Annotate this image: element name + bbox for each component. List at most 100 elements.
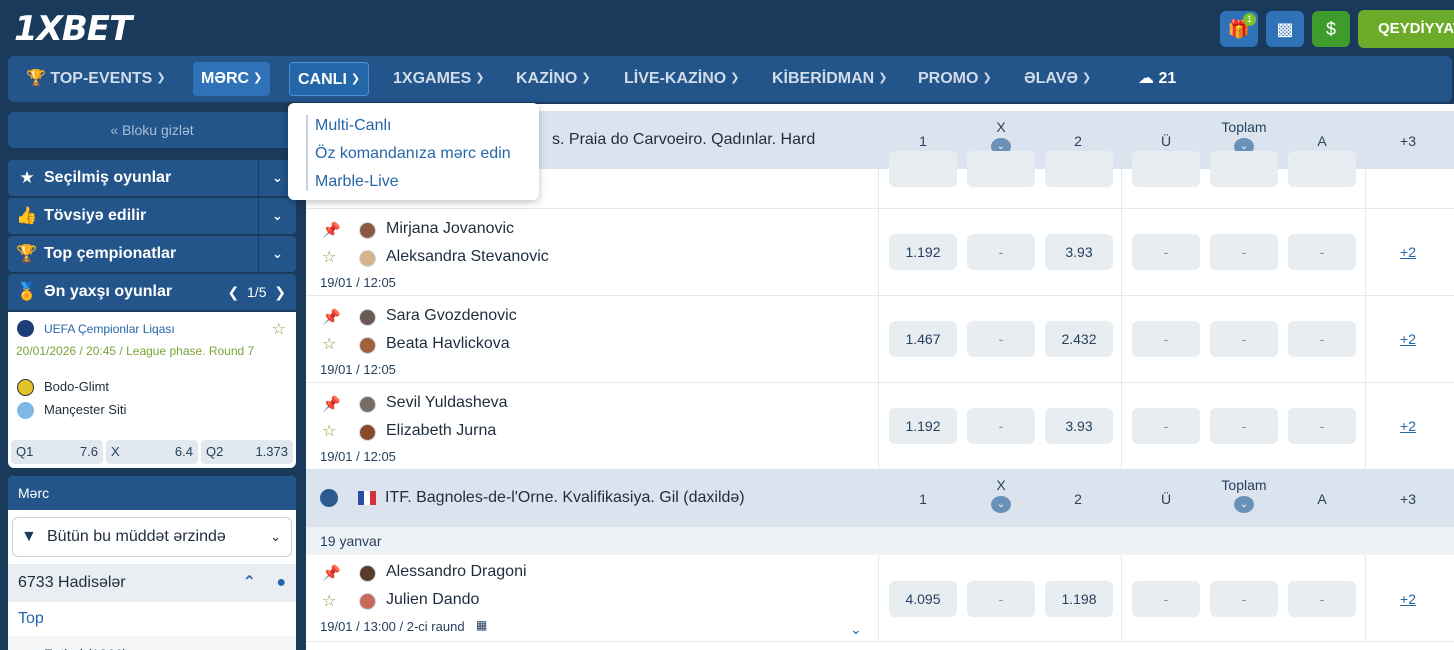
col-header-total[interactable]: Toplam ⌄ bbox=[1204, 477, 1284, 513]
nav-elave[interactable]: ƏLAVƏ ❯ bbox=[1016, 62, 1099, 96]
odd-cell[interactable] bbox=[1132, 151, 1200, 187]
star-outline-icon[interactable]: ☆ bbox=[322, 247, 336, 267]
player1[interactable]: Sevil Yuldasheva bbox=[386, 394, 508, 412]
more-bets-link[interactable]: +2 bbox=[1393, 418, 1423, 434]
chevron-down-icon[interactable]: ⌄ bbox=[258, 236, 296, 272]
odd-a[interactable]: - bbox=[1288, 234, 1356, 270]
hide-block-button[interactable]: « Bloku gizlət bbox=[8, 112, 296, 148]
nav-cloud[interactable]: ☁ 21 bbox=[1130, 62, 1184, 96]
events-count-row[interactable]: 6733 Hadisələr ⌃ ● bbox=[8, 564, 296, 602]
star-outline-icon[interactable]: ☆ bbox=[272, 319, 286, 339]
col-header-x[interactable]: X ⌄ bbox=[961, 477, 1041, 513]
table-row[interactable]: 📌 ☆ Mirjana Jovanovic Aleksandra Stevano… bbox=[306, 209, 1454, 296]
pin-icon[interactable]: 📌 bbox=[322, 395, 341, 413]
table-row[interactable]: 📌 ☆ Sevil Yuldasheva Elizabeth Jurna 19/… bbox=[306, 383, 1454, 470]
odd-q1[interactable]: Q1 7.6 bbox=[11, 440, 103, 464]
featured-league[interactable]: UEFA Çempionlar Liqası bbox=[44, 322, 175, 336]
odd-x[interactable]: - bbox=[967, 321, 1035, 357]
table-row[interactable]: 📌 ☆ Alessandro Dragoni Julien Dando 19/0… bbox=[306, 555, 1454, 642]
more-bets-link[interactable]: +2 bbox=[1393, 331, 1423, 347]
pin-icon[interactable]: 📌 bbox=[322, 308, 341, 326]
odd-2[interactable]: 1.198 bbox=[1045, 581, 1113, 617]
league-title[interactable]: ITF. Bagnoles-de-l'Orne. Kvalifikasiya. … bbox=[385, 489, 745, 507]
period-select[interactable]: ▼ Bütün bu müddət ərzində ⌄ bbox=[12, 517, 292, 557]
star-outline-icon[interactable]: ☆ bbox=[322, 334, 336, 354]
player2[interactable]: Beata Havlickova bbox=[386, 335, 510, 353]
odd-total[interactable]: - bbox=[1210, 581, 1278, 617]
more-bets-link[interactable]: +2 bbox=[1393, 591, 1423, 607]
collapse-icon[interactable]: ⌃ bbox=[243, 564, 256, 602]
odd-u[interactable]: - bbox=[1132, 321, 1200, 357]
league-title[interactable]: s. Praia do Carvoeiro. Qadınlar. Hard bbox=[552, 131, 815, 149]
nav-1xgames[interactable]: 1XGAMES ❯ bbox=[385, 62, 492, 96]
gift-icon[interactable]: 🎁 1 bbox=[1220, 11, 1258, 47]
odd-1[interactable]: 4.095 bbox=[889, 581, 957, 617]
odd-2[interactable]: 2.432 bbox=[1045, 321, 1113, 357]
odd-total[interactable]: - bbox=[1210, 408, 1278, 444]
odd-cell[interactable] bbox=[1288, 151, 1356, 187]
register-button[interactable]: QEYDİYYAT bbox=[1358, 10, 1454, 48]
odd-a[interactable]: - bbox=[1288, 581, 1356, 617]
best-games-pager[interactable]: ❮ 1/5 ❯ bbox=[228, 274, 287, 310]
sidebar-item-best-games[interactable]: 🏅 Ən yaxşı oyunlar ❮ 1/5 ❯ bbox=[8, 274, 296, 310]
featured-match-card[interactable]: UEFA Çempionlar Liqası ☆ 20/01/2026 / 20… bbox=[8, 312, 296, 468]
odd-cell[interactable] bbox=[1045, 151, 1113, 187]
sidebar-item-recommended[interactable]: 👍 Tövsiyə edilir ⌄ bbox=[8, 198, 296, 234]
pin-icon[interactable]: 📌 bbox=[322, 564, 341, 582]
globe-icon[interactable]: ● bbox=[276, 564, 286, 602]
nav-promo[interactable]: PROMO ❯ bbox=[910, 62, 1000, 96]
odd-a[interactable]: - bbox=[1288, 321, 1356, 357]
odd-u[interactable]: - bbox=[1132, 408, 1200, 444]
top-section-label[interactable]: Top bbox=[8, 602, 296, 636]
sidebar-item-selected-games[interactable]: ★ Seçilmiş oyunlar ⌄ bbox=[8, 160, 296, 196]
player1[interactable]: Sara Gvozdenovic bbox=[386, 307, 517, 325]
odd-cell[interactable] bbox=[889, 151, 957, 187]
nav-merc[interactable]: MƏRC ❯ bbox=[193, 62, 271, 96]
odd-total[interactable]: - bbox=[1210, 321, 1278, 357]
star-outline-icon[interactable]: ☆ bbox=[322, 421, 336, 441]
sport-row-football[interactable]: Futbol (1066) bbox=[8, 636, 296, 650]
player1[interactable]: Mirjana Jovanovic bbox=[386, 220, 514, 238]
sidebar-item-top-championships[interactable]: 🏆 Top çempionatlar ⌄ bbox=[8, 236, 296, 272]
odd-1[interactable]: 1.192 bbox=[889, 408, 957, 444]
nav-kazino[interactable]: KAZİNO ❯ bbox=[508, 62, 599, 96]
odd-1[interactable]: 1.192 bbox=[889, 234, 957, 270]
menu-item-multi-canli[interactable]: Multi-Canlı bbox=[315, 117, 391, 135]
table-row[interactable]: 📌 ☆ Sara Gvozdenovic Beata Havlickova 19… bbox=[306, 296, 1454, 383]
odd-cell[interactable] bbox=[1210, 151, 1278, 187]
player2[interactable]: Julien Dando bbox=[386, 591, 479, 609]
odd-cell[interactable] bbox=[967, 151, 1035, 187]
chevron-down-icon[interactable]: ⌄ bbox=[850, 621, 862, 638]
col-header-x[interactable]: X ⌄ bbox=[961, 119, 1041, 155]
odd-a[interactable]: - bbox=[1288, 408, 1356, 444]
ticket-icon[interactable]: ▩ bbox=[1266, 11, 1304, 47]
pin-icon[interactable]: 📌 bbox=[322, 221, 341, 239]
chevron-down-icon[interactable]: ⌄ bbox=[258, 198, 296, 234]
nav-top-events[interactable]: 🏆 TOP-EVENTS ❯ bbox=[18, 62, 174, 96]
odd-total[interactable]: - bbox=[1210, 234, 1278, 270]
star-outline-icon[interactable]: ☆ bbox=[322, 591, 336, 611]
col-header-total[interactable]: Toplam ⌄ bbox=[1204, 119, 1284, 155]
odd-u[interactable]: - bbox=[1132, 234, 1200, 270]
dollar-icon[interactable]: $ bbox=[1312, 11, 1350, 47]
league-header[interactable]: ITF. Bagnoles-de-l'Orne. Kvalifikasiya. … bbox=[306, 469, 1454, 527]
nav-live-kazino[interactable]: LİVE-KAZİNO ❯ bbox=[616, 62, 747, 96]
menu-item-marble-live[interactable]: Marble-Live bbox=[315, 173, 399, 191]
odd-2[interactable]: 3.93 bbox=[1045, 234, 1113, 270]
nav-canli[interactable]: CANLI ❯ bbox=[289, 62, 370, 96]
nav-kiberidman[interactable]: KİBERİDMAN ❯ bbox=[764, 62, 895, 96]
player1[interactable]: Alessandro Dragoni bbox=[386, 563, 527, 581]
odd-1[interactable]: 1.467 bbox=[889, 321, 957, 357]
odd-2[interactable]: 3.93 bbox=[1045, 408, 1113, 444]
odd-q2[interactable]: Q2 1.373 bbox=[201, 440, 293, 464]
odd-x[interactable]: X 6.4 bbox=[106, 440, 198, 464]
odd-x[interactable]: - bbox=[967, 408, 1035, 444]
odd-u[interactable]: - bbox=[1132, 581, 1200, 617]
odd-x[interactable]: - bbox=[967, 581, 1035, 617]
odd-x[interactable]: - bbox=[967, 234, 1035, 270]
player2[interactable]: Aleksandra Stevanovic bbox=[386, 248, 549, 266]
more-bets-link[interactable]: +2 bbox=[1393, 244, 1423, 260]
menu-item-own-team-bet[interactable]: Öz komandanıza mərc edin bbox=[315, 145, 511, 163]
player2[interactable]: Elizabeth Jurna bbox=[386, 422, 496, 440]
brand-logo[interactable]: 1XBET bbox=[14, 9, 132, 49]
